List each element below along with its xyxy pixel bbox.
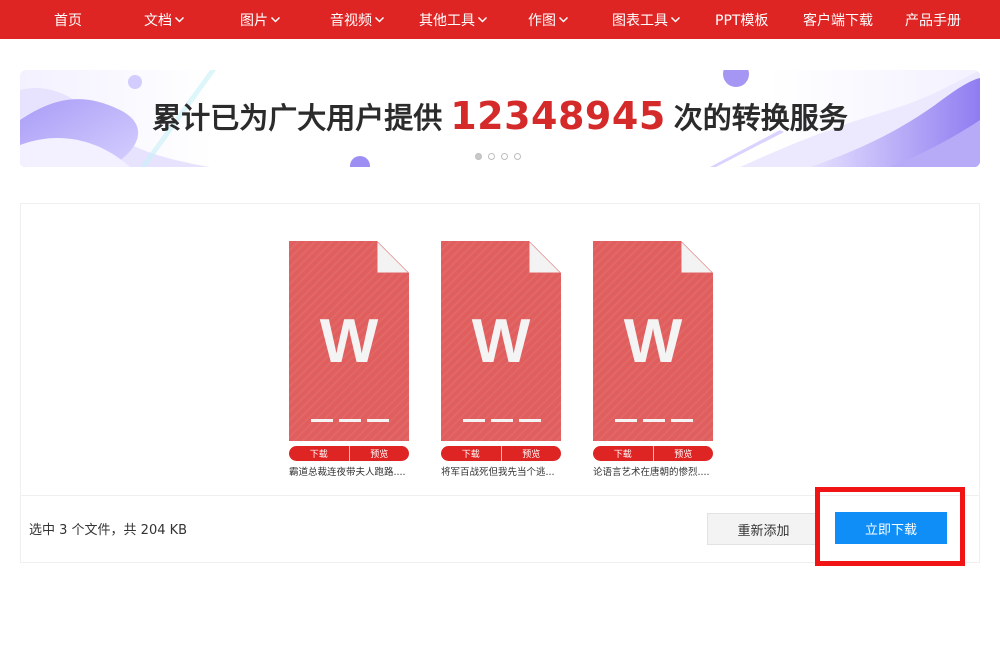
- carousel-dot[interactable]: [514, 153, 521, 160]
- doc-lines: [463, 419, 541, 422]
- nav-item-chart-tools[interactable]: 图表工具: [612, 0, 681, 39]
- carousel-indicators: [475, 153, 521, 160]
- nav-item-images[interactable]: 图片: [240, 0, 281, 39]
- doc-letter: W: [471, 307, 531, 376]
- nav-item-product-manual[interactable]: 产品手册: [905, 0, 961, 39]
- banner-text-before: 累计已为广大用户提供: [152, 100, 443, 135]
- file-actions: 下载 预览: [441, 446, 561, 461]
- file-card: W 下载 预览 将军百战死但我先当个逃...: [441, 241, 561, 478]
- carousel-dot[interactable]: [475, 153, 482, 160]
- doc-letter: W: [319, 307, 379, 376]
- carousel-dot[interactable]: [488, 153, 495, 160]
- file-card: W 下载 预览 霸道总裁连夜带夫人跑路....: [289, 241, 409, 478]
- nav-item-client-download[interactable]: 客户端下载: [803, 0, 873, 39]
- chevron-down-icon: [374, 14, 385, 25]
- file-panel: W 下载 预览 霸道总裁连夜带夫人跑路.... W 下载 预览 将军百战死但我先…: [20, 203, 980, 563]
- page-fold-icon: [377, 241, 409, 273]
- doc-lines: [311, 419, 389, 422]
- nav-item-home[interactable]: 首页: [54, 0, 82, 39]
- nav-item-other-tools[interactable]: 其他工具: [419, 0, 488, 39]
- nav-item-docs[interactable]: 文档: [144, 0, 185, 39]
- file-preview-button[interactable]: 预览: [500, 446, 562, 461]
- file-name: 论语言艺术在唐朝的惨烈....: [593, 467, 710, 478]
- carousel-dot[interactable]: [501, 153, 508, 160]
- download-now-button[interactable]: 立即下载: [835, 512, 947, 544]
- divider: [21, 495, 979, 496]
- file-card: W 下载 预览 论语言艺术在唐朝的惨烈....: [593, 241, 713, 478]
- file-download-button[interactable]: 下载: [289, 446, 349, 461]
- readd-button[interactable]: 重新添加: [707, 513, 820, 545]
- banner-carousel[interactable]: 累计已为广大用户提供 12348945 次的转换服务: [20, 70, 980, 167]
- chevron-down-icon: [174, 14, 185, 25]
- file-download-button[interactable]: 下载: [593, 446, 653, 461]
- chevron-down-icon: [558, 14, 569, 25]
- banner-count: 12348945: [450, 93, 666, 138]
- page-fold-icon: [681, 241, 713, 273]
- file-preview-button[interactable]: 预览: [652, 446, 714, 461]
- file-preview-button[interactable]: 预览: [348, 446, 410, 461]
- word-document-icon: W: [441, 241, 561, 441]
- nav-item-media[interactable]: 音视频: [330, 0, 385, 39]
- word-document-icon: W: [289, 241, 409, 441]
- banner-text-after: 次的转换服务: [673, 100, 848, 135]
- file-name: 霸道总裁连夜带夫人跑路....: [289, 467, 406, 478]
- file-list: W 下载 预览 霸道总裁连夜带夫人跑路.... W 下载 预览 将军百战死但我先…: [289, 241, 713, 478]
- doc-letter: W: [623, 307, 683, 376]
- doc-lines: [615, 419, 693, 422]
- chevron-down-icon: [670, 14, 681, 25]
- nav-item-drawing[interactable]: 作图: [528, 0, 569, 39]
- top-nav: 首页 文档 图片 音视频 其他工具 作图 图表工具 PPT模板 客户端下载 产品…: [0, 0, 1000, 39]
- nav-item-ppt-templates[interactable]: PPT模板: [715, 0, 768, 39]
- file-actions: 下载 预览: [289, 446, 409, 461]
- chevron-down-icon: [270, 14, 281, 25]
- file-actions: 下载 预览: [593, 446, 713, 461]
- page-fold-icon: [529, 241, 561, 273]
- file-name: 将军百战死但我先当个逃...: [441, 467, 555, 478]
- word-document-icon: W: [593, 241, 713, 441]
- chevron-down-icon: [477, 14, 488, 25]
- selection-status: 选中 3 个文件，共 204 KB: [29, 523, 188, 538]
- file-download-button[interactable]: 下载: [441, 446, 501, 461]
